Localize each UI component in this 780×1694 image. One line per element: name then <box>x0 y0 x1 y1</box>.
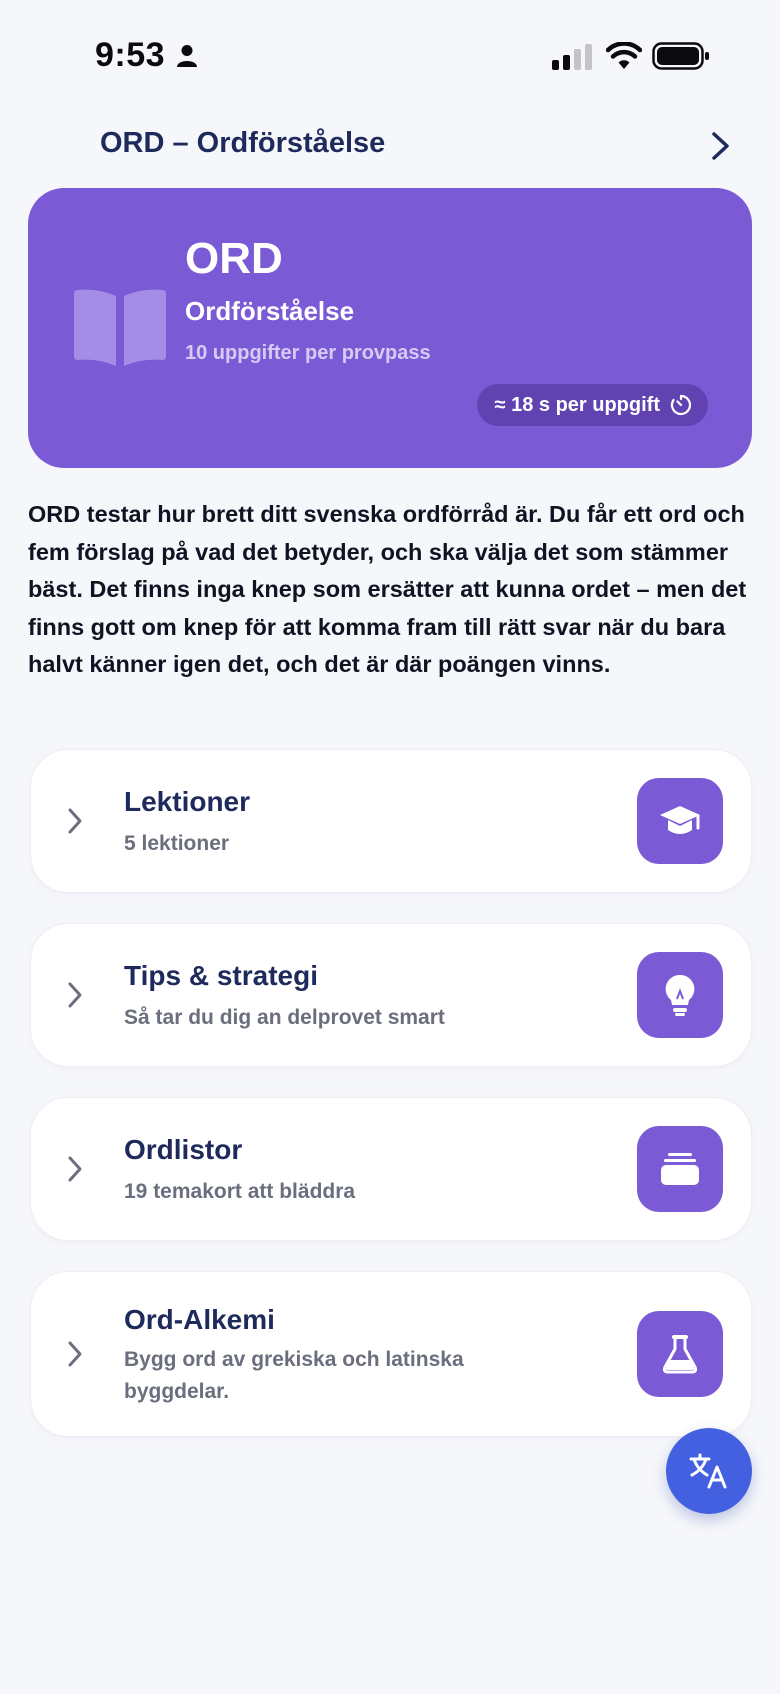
hero-task-count: 10 uppgifter per provpass <box>185 342 431 364</box>
word-alchemy-card[interactable]: Ord-Alkemi Bygg ord av grekiska och lati… <box>30 1271 752 1437</box>
word-alchemy-icon-tile <box>637 1311 723 1397</box>
lessons-title: Lektioner <box>124 786 251 817</box>
lessons-icon-tile <box>637 778 723 864</box>
hero-subtitle: Ordförståelse <box>185 296 355 326</box>
signal-icon <box>552 44 592 70</box>
translate-icon <box>689 1453 727 1489</box>
wordlists-icon-tile <box>637 1126 723 1212</box>
lightbulb-icon <box>665 974 695 1016</box>
person-icon <box>177 45 197 67</box>
hero-title: ORD <box>185 234 283 283</box>
wordlists-card[interactable]: Ordlistor 19 temakort att bläddra <box>30 1097 752 1241</box>
timer-icon <box>670 394 692 416</box>
intro-text: ORD testar hur brett ditt svenska ordför… <box>28 501 747 677</box>
translate-button[interactable] <box>666 1428 752 1514</box>
book-icon <box>74 289 166 366</box>
lessons-subtitle: 5 lektioner <box>124 832 230 855</box>
tips-card[interactable]: Tips & strategi Så tar du dig an delprov… <box>30 923 752 1067</box>
chevron-right-icon <box>68 1156 82 1182</box>
status-bar: 9:53 <box>0 0 780 115</box>
tips-subtitle: Så tar du dig an delprovet smart <box>124 1006 445 1029</box>
time-per-task-badge: ≈ 18 s per uppgift <box>476 384 708 426</box>
tips-icon-tile <box>637 952 723 1038</box>
word-alchemy-title: Ord-Alkemi <box>124 1304 275 1335</box>
chevron-right-icon <box>68 982 82 1008</box>
lessons-card[interactable]: Lektioner 5 lektioner <box>30 749 752 893</box>
word-alchemy-subtitle: Bygg ord av grekiska och latinska byggde… <box>124 1348 464 1403</box>
wordlists-subtitle: 19 temakort att bläddra <box>124 1180 356 1203</box>
wifi-icon <box>606 42 642 69</box>
wordlists-title: Ordlistor <box>124 1134 243 1165</box>
flask-icon <box>662 1335 698 1374</box>
time-per-task-label: ≈ 18 s per uppgift <box>494 394 660 416</box>
battery-icon <box>652 42 709 70</box>
status-time: 9:53 <box>95 36 166 74</box>
chevron-right-icon[interactable] <box>710 131 732 161</box>
header: ORD – Ordförståelse <box>0 115 780 175</box>
graduation-cap-icon <box>660 806 700 834</box>
chevron-right-icon <box>68 1341 82 1367</box>
screen: 9:53 ORD – Ordförståelse ORD Ordförståel… <box>0 0 780 1694</box>
tips-title: Tips & strategi <box>124 960 318 991</box>
hero-card: ORD Ordförståelse 10 uppgifter per provp… <box>28 188 752 468</box>
card-stack-icon <box>661 1153 699 1185</box>
chevron-right-icon <box>68 808 82 834</box>
page-title: ORD – Ordförståelse <box>100 127 386 159</box>
